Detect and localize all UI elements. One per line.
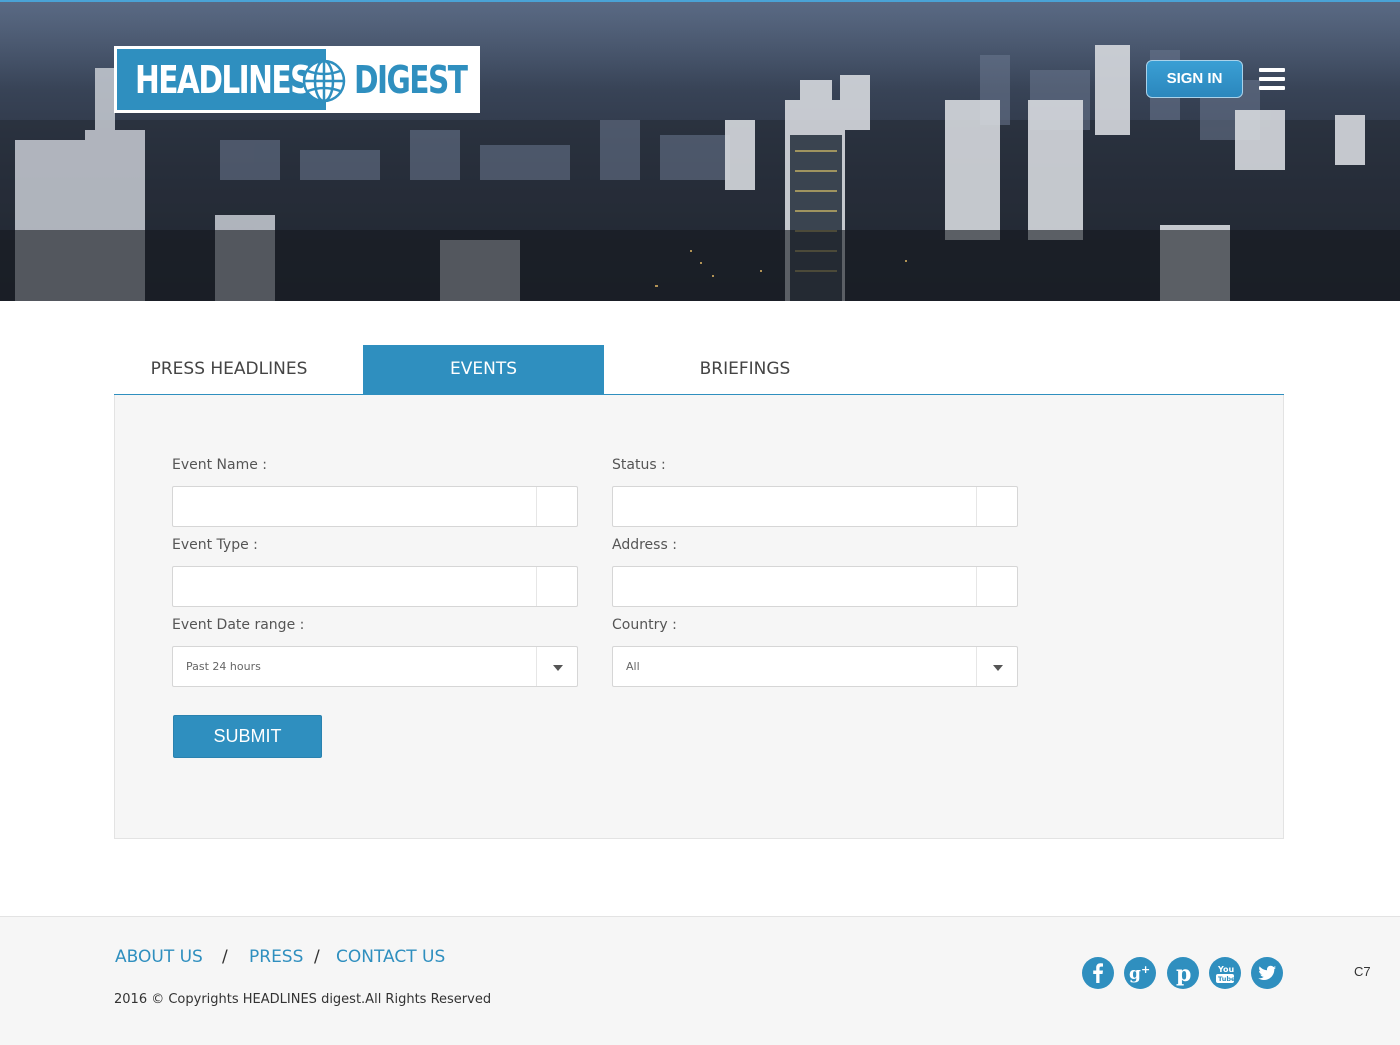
- field-divider: [536, 647, 537, 686]
- field-divider: [976, 487, 977, 526]
- event-type-label: Event Type :: [172, 537, 258, 553]
- facebook-icon[interactable]: [1082, 957, 1114, 989]
- site-logo[interactable]: HEADLINES DIGEST: [114, 46, 480, 113]
- site-footer: ABOUT US / PRESS / CONTACT US 2016 © Cop…: [0, 916, 1400, 1045]
- address-input[interactable]: [612, 566, 1018, 607]
- pinterest-icon[interactable]: p: [1167, 957, 1199, 989]
- field-divider: [536, 567, 537, 606]
- youtube-icon[interactable]: You Tube: [1209, 957, 1241, 989]
- tab-events[interactable]: EVENTS: [363, 345, 604, 394]
- submit-button[interactable]: SUBMIT: [173, 715, 322, 758]
- twitter-icon[interactable]: [1251, 957, 1283, 989]
- address-label: Address :: [612, 537, 677, 553]
- svg-text:Tube: Tube: [1218, 975, 1236, 983]
- footer-separator: /: [222, 947, 228, 967]
- date-range-label: Event Date range :: [172, 617, 305, 633]
- field-divider: [976, 647, 977, 686]
- footer-link-about-us[interactable]: ABOUT US: [115, 947, 203, 967]
- country-select[interactable]: All: [612, 646, 1018, 687]
- date-range-value: Past 24 hours: [186, 660, 261, 673]
- globe-icon: [302, 59, 346, 103]
- svg-text:+: +: [1141, 963, 1150, 976]
- status-input[interactable]: [612, 486, 1018, 527]
- footer-link-press[interactable]: PRESS: [249, 947, 303, 967]
- status-label: Status :: [612, 457, 666, 473]
- sign-in-button[interactable]: SIGN IN: [1146, 60, 1243, 98]
- svg-text:g: g: [1129, 964, 1141, 984]
- country-label: Country :: [612, 617, 677, 633]
- google-plus-icon[interactable]: g +: [1124, 957, 1156, 989]
- date-range-select[interactable]: Past 24 hours: [172, 646, 578, 687]
- tab-briefings[interactable]: BRIEFINGS: [614, 345, 876, 394]
- country-value: All: [626, 660, 640, 673]
- hero-banner: HEADLINES DIGEST SIGN IN: [0, 0, 1400, 301]
- tab-press-headlines[interactable]: PRESS HEADLINES: [114, 345, 344, 394]
- events-search-form: Event Name : Status : Event Type : Addre…: [114, 395, 1284, 839]
- logo-word-digest: DIGEST: [354, 58, 468, 102]
- hamburger-menu-icon[interactable]: [1259, 68, 1285, 90]
- chevron-down-icon: [993, 665, 1003, 671]
- event-name-label: Event Name :: [172, 457, 268, 473]
- svg-text:p: p: [1176, 961, 1191, 987]
- svg-text:You: You: [1217, 965, 1235, 974]
- hero-top-accent: [0, 0, 1400, 2]
- event-type-input[interactable]: [172, 566, 578, 607]
- content-tabs: PRESS HEADLINES EVENTS BRIEFINGS: [114, 345, 1284, 395]
- logo-word-headlines: HEADLINES: [135, 58, 311, 102]
- copyright-text: 2016 © Copyrights HEADLINES digest.All R…: [114, 992, 492, 1007]
- field-divider: [976, 567, 977, 606]
- corner-code-label: C7: [1354, 964, 1371, 979]
- field-divider: [536, 487, 537, 526]
- footer-separator: /: [314, 947, 320, 967]
- chevron-down-icon: [553, 665, 563, 671]
- event-name-input[interactable]: [172, 486, 578, 527]
- footer-link-contact-us[interactable]: CONTACT US: [336, 947, 445, 967]
